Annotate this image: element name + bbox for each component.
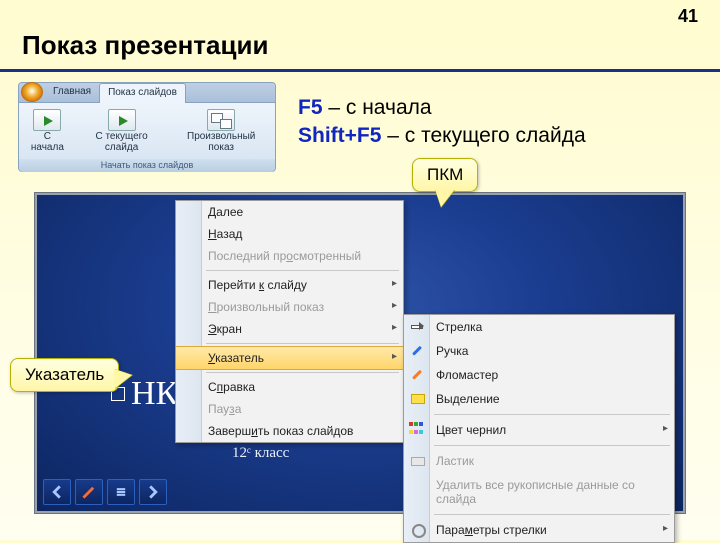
menu-item-help[interactable]: Справка — [176, 376, 403, 398]
submenu-item-erase-all[interactable]: Удалить все рукописные данные со слайда — [404, 473, 674, 511]
callout-tail-icon — [114, 369, 132, 389]
submenu-item-pen[interactable]: Ручка — [404, 339, 674, 363]
submenu-item-eraser[interactable]: Ластик — [404, 449, 674, 473]
pen-icon — [406, 339, 427, 360]
menu-item-back[interactable]: Назад — [176, 223, 403, 245]
menu-item-last-viewed[interactable]: Последний просмотренный — [176, 245, 403, 267]
hint-f5: F5 – с начала — [298, 96, 432, 120]
ribbon-group-caption: Начать показ слайдов — [19, 159, 275, 172]
menu-item-pointer[interactable]: Указатель — [176, 346, 403, 370]
nav-prev-button[interactable] — [43, 479, 71, 505]
menu-item-custom-show[interactable]: Произвольный показ — [176, 296, 403, 318]
menu-separator — [434, 414, 670, 415]
submenu-label: Удалить все рукописные данные со слайда — [436, 478, 635, 506]
menu-item-screen[interactable]: Экран — [176, 318, 403, 340]
ribbon-group: С начала С текущего слайда Произвольный … — [19, 103, 275, 159]
hint-f5-desc: – с начала — [323, 96, 432, 119]
callout-pointer: Указатель — [10, 358, 119, 392]
nav-menu-button[interactable] — [107, 479, 135, 505]
page-title: Показ презентации — [22, 30, 268, 61]
menu-separator — [434, 514, 670, 515]
chevron-left-icon — [50, 485, 64, 499]
pointer-submenu: Стрелка Ручка Фломастер Выделение Цвет ч… — [403, 314, 675, 543]
btn-custom-show-label: Произвольный показ — [175, 132, 267, 153]
context-menu: ДДалееалее Назад Последний просмотренный… — [175, 200, 404, 443]
menu-separator — [434, 445, 670, 446]
submenu-item-highlight[interactable]: Выделение — [404, 387, 674, 411]
hint-shift-f5: Shift+F5 – с текущего слайда — [298, 124, 586, 148]
office-button-icon[interactable] — [21, 82, 43, 102]
submenu-item-arrow-options[interactable]: Параметры стрелки — [404, 518, 674, 542]
custom-show-icon — [207, 109, 235, 131]
callout-label: ПКМ — [427, 165, 463, 184]
callout-tail-icon — [435, 189, 455, 207]
menu-item-goto[interactable]: Перейти к слайду — [176, 274, 403, 296]
play-icon — [108, 109, 136, 131]
btn-from-current[interactable]: С текущего слайда — [76, 107, 168, 155]
pen-icon — [82, 485, 96, 499]
ribbon-tab-bar: Главная Показ слайдов — [19, 83, 275, 103]
eraser-icon — [409, 453, 425, 467]
menu-icon — [114, 485, 128, 499]
btn-from-beginning[interactable]: С начала — [23, 107, 72, 155]
btn-from-current-label: С текущего слайда — [80, 132, 164, 153]
submenu-item-ink-color[interactable]: Цвет чернил — [404, 418, 674, 442]
menu-item-end-show[interactable]: Завершить показ слайдов — [176, 420, 403, 442]
key-f5: F5 — [298, 96, 323, 119]
chevron-right-icon — [146, 485, 160, 499]
submenu-label: Фломастер — [436, 368, 498, 382]
menu-separator — [206, 343, 399, 344]
hint-shift-f5-desc: – с текущего слайда — [381, 124, 585, 147]
menu-separator — [206, 372, 399, 373]
gear-icon — [409, 522, 425, 536]
submenu-label: Выделение — [436, 392, 500, 406]
ribbon-tab-home[interactable]: Главная — [45, 83, 99, 102]
key-shift-f5: Shift+F5 — [298, 124, 381, 147]
submenu-label: Параметры стрелки — [436, 523, 547, 537]
play-icon — [33, 109, 61, 131]
ribbon-tab-slideshow[interactable]: Показ слайдов — [99, 83, 186, 103]
submenu-label: Ручка — [436, 344, 468, 358]
submenu-item-arrow[interactable]: Стрелка — [404, 315, 674, 339]
btn-custom-show[interactable]: Произвольный показ — [171, 107, 271, 155]
page-number: 41 — [678, 6, 698, 27]
submenu-label: Стрелка — [436, 320, 482, 334]
highlighter-icon — [409, 391, 425, 405]
nav-next-button[interactable] — [139, 479, 167, 505]
slideshow-nav — [43, 479, 167, 505]
submenu-item-marker[interactable]: Фломастер — [404, 363, 674, 387]
submenu-label: Ластик — [436, 454, 474, 468]
marker-icon — [406, 363, 427, 384]
ribbon: Главная Показ слайдов С начала С текущег… — [18, 82, 276, 172]
btn-from-beginning-label: С начала — [27, 132, 68, 153]
palette-icon — [409, 422, 425, 436]
menu-separator — [206, 270, 399, 271]
menu-item-next[interactable]: ДДалееалее — [176, 201, 403, 223]
title-underline — [0, 69, 720, 72]
callout-right-click: ПКМ — [412, 158, 478, 192]
arrow-icon — [409, 319, 425, 333]
nav-pen-button[interactable] — [75, 479, 103, 505]
menu-item-pause[interactable]: Пауза — [176, 398, 403, 420]
submenu-label: Цвет чернил — [436, 423, 506, 437]
slide-class: 12ᶜ класс — [232, 445, 289, 462]
callout-label: Указатель — [25, 365, 104, 384]
